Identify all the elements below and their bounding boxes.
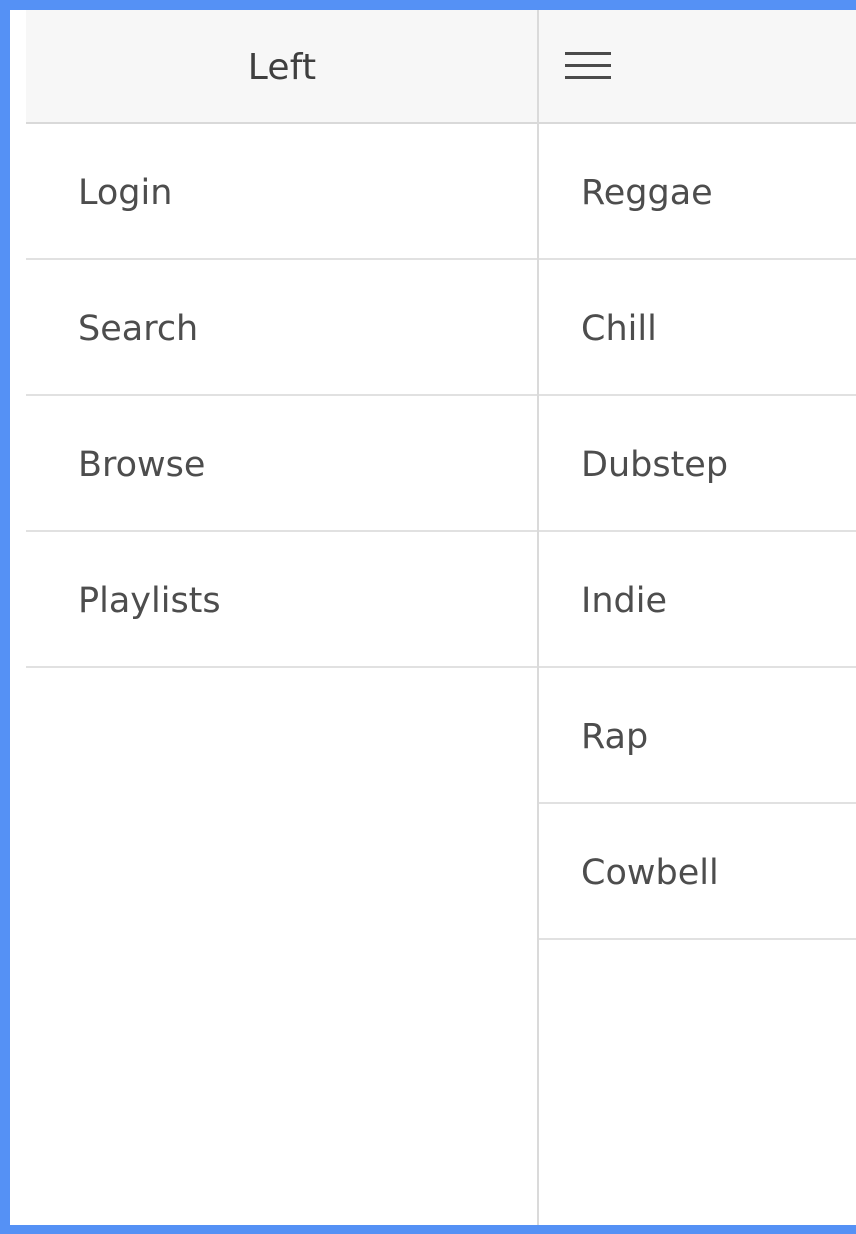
left-menu-list: Login Search Browse Playlists bbox=[26, 124, 538, 668]
genre-item-dubstep[interactable]: Dubstep bbox=[539, 396, 856, 532]
genre-item-indie[interactable]: Indie bbox=[539, 532, 856, 668]
menu-item-label: Playlists bbox=[78, 581, 221, 621]
menu-toggle-button[interactable] bbox=[561, 42, 613, 90]
left-toolbar-title: Left bbox=[247, 47, 317, 88]
genre-item-label: Indie bbox=[581, 581, 667, 621]
menu-item-playlists[interactable]: Playlists bbox=[26, 532, 538, 668]
menu-item-browse[interactable]: Browse bbox=[26, 396, 538, 532]
menu-item-search[interactable]: Search bbox=[26, 260, 538, 396]
genre-item-cowbell[interactable]: Cowbell bbox=[539, 804, 856, 940]
content-pane: Reggae Chill Dubstep Indie Rap Cowbell bbox=[539, 10, 856, 1225]
genre-item-chill[interactable]: Chill bbox=[539, 260, 856, 396]
menu-item-label: Login bbox=[78, 173, 173, 213]
menu-item-login[interactable]: Login bbox=[26, 124, 538, 260]
app-window: Left Login Search Browse Playlists Regga… bbox=[10, 10, 856, 1225]
genre-item-label: Reggae bbox=[581, 173, 713, 213]
genre-item-label: Dubstep bbox=[581, 445, 729, 485]
right-toolbar bbox=[539, 10, 856, 124]
genre-item-label: Chill bbox=[581, 309, 657, 349]
genre-item-rap[interactable]: Rap bbox=[539, 668, 856, 804]
menu-item-label: Browse bbox=[78, 445, 206, 485]
menu-item-label: Search bbox=[78, 309, 199, 349]
genre-item-label: Cowbell bbox=[581, 853, 719, 893]
left-toolbar: Left bbox=[26, 10, 538, 124]
left-menu-pane: Left Login Search Browse Playlists bbox=[26, 10, 538, 1225]
genre-item-reggae[interactable]: Reggae bbox=[539, 124, 856, 260]
hamburger-menu-icon bbox=[565, 52, 611, 79]
genre-item-label: Rap bbox=[581, 717, 649, 757]
genre-list: Reggae Chill Dubstep Indie Rap Cowbell bbox=[539, 124, 856, 940]
